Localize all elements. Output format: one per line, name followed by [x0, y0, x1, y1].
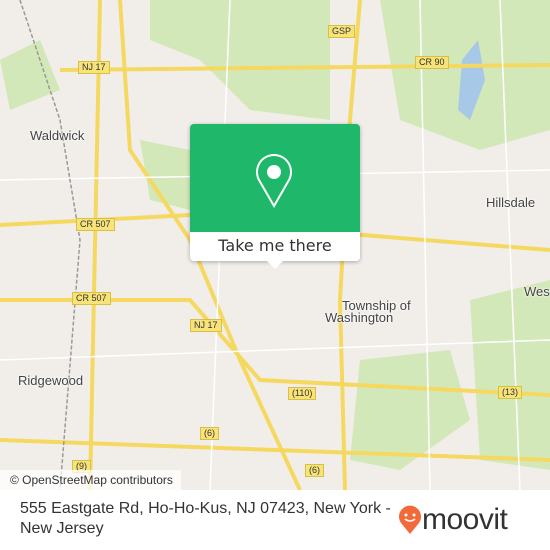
road-shield: (110)	[288, 387, 317, 400]
road-shield: NJ 17	[78, 61, 110, 74]
address-text: 555 Eastgate Rd, Ho-Ho-Kus, NJ 07423, Ne…	[20, 500, 391, 537]
moovit-pin-icon	[399, 505, 421, 534]
place-label: Hillsdale	[486, 195, 536, 210]
road-shield: CR 507	[72, 292, 111, 305]
road-shield: GSP	[328, 25, 356, 38]
road-shield: CR 507	[76, 218, 115, 231]
moovit-wordmark: moovit	[422, 503, 508, 536]
road-shield: (6)	[200, 427, 219, 440]
moovit-logo: moovit	[398, 503, 508, 537]
location-popup: Take me there	[190, 124, 360, 269]
place-label: Ridgewood	[18, 373, 84, 388]
map[interactable]: Waldwick Hillsdale Township of Washingto…	[0, 0, 550, 490]
road-shield: NJ 17	[190, 319, 222, 332]
location-pin-icon	[256, 154, 292, 208]
road-shield: (13)	[498, 386, 523, 399]
place-label: Wes	[524, 284, 550, 299]
road-shield: CR 90	[415, 56, 449, 69]
place-label: Waldwick	[30, 128, 85, 143]
map-attribution[interactable]: © OpenStreetMap contributors	[0, 470, 181, 490]
road-shield: (6)	[305, 464, 324, 477]
take-me-there-button[interactable]: Take me there	[190, 232, 360, 261]
place-label: Washington	[325, 310, 394, 325]
popup-pointer	[267, 261, 283, 269]
